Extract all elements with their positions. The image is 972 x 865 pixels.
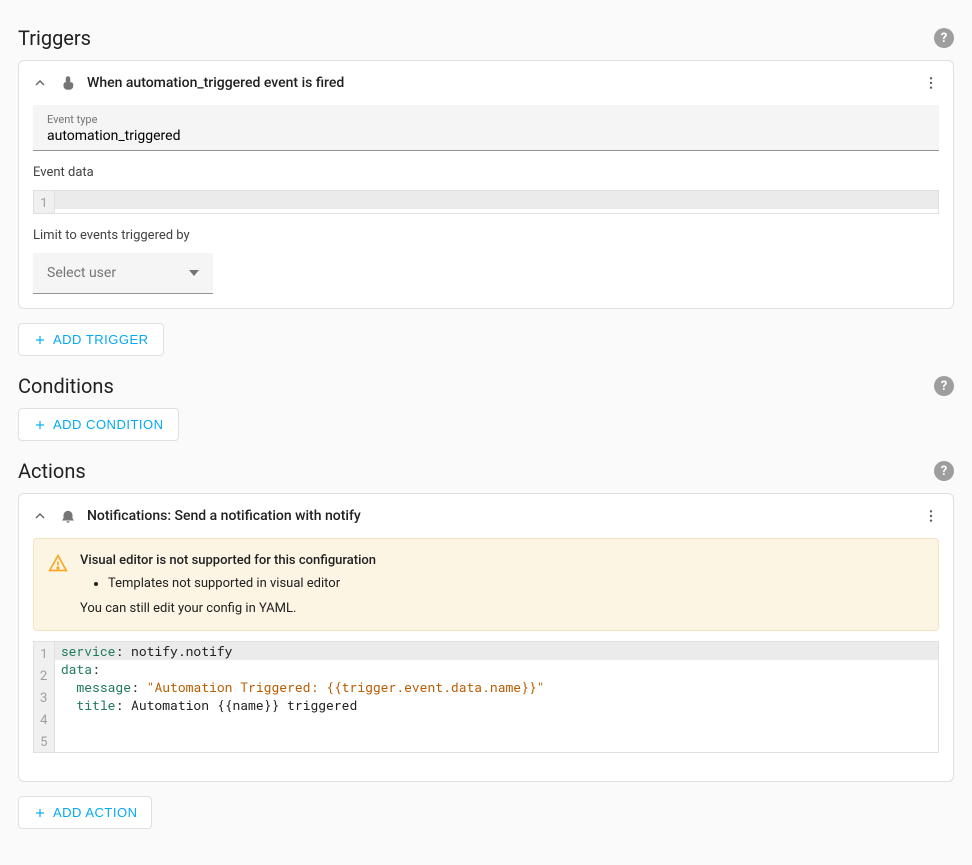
action-summary: Notifications: Send a notification with …: [87, 508, 911, 524]
add-action-button[interactable]: ADD ACTION: [18, 796, 152, 829]
overflow-menu-icon[interactable]: [921, 506, 941, 526]
actions-section-title: Actions: [18, 459, 86, 483]
help-icon[interactable]: ?: [934, 28, 954, 48]
gutter-line: 5: [34, 730, 54, 752]
help-icon[interactable]: ?: [934, 461, 954, 481]
gutter-line: 2: [34, 664, 54, 686]
add-condition-label: ADD CONDITION: [53, 417, 164, 432]
yaml-editor[interactable]: 1 2 3 4 5 service: notify.notify data: m…: [33, 641, 939, 753]
trigger-card: When automation_triggered event is fired…: [18, 60, 954, 309]
triggers-section-title: Triggers: [18, 26, 91, 50]
yaml-token: :: [131, 678, 147, 696]
event-data-editor[interactable]: 1: [33, 190, 939, 214]
conditions-section-title: Conditions: [18, 374, 114, 398]
action-card: Notifications: Send a notification with …: [18, 493, 954, 782]
trigger-summary: When automation_triggered event is fired: [87, 75, 911, 91]
add-trigger-label: ADD TRIGGER: [53, 332, 149, 347]
gutter-line: 1: [34, 642, 54, 664]
warning-icon: [48, 553, 68, 573]
event-data-label: Event data: [33, 165, 939, 180]
overflow-menu-icon[interactable]: [921, 73, 941, 93]
limit-label: Limit to events triggered by: [33, 228, 939, 243]
chevron-up-icon[interactable]: [31, 74, 49, 92]
alert-note: You can still edit your config in YAML.: [80, 601, 924, 616]
gutter-line: 4: [34, 708, 54, 730]
add-trigger-button[interactable]: ADD TRIGGER: [18, 323, 164, 356]
alert-bullet: Templates not supported in visual editor: [108, 576, 924, 591]
event-type-label: Event type: [47, 113, 925, 126]
yaml-token: data: [61, 660, 92, 678]
event-type-input[interactable]: [47, 128, 925, 144]
yaml-token: title: [61, 696, 116, 714]
add-condition-button[interactable]: ADD CONDITION: [18, 408, 179, 441]
hand-tap-icon: [59, 74, 77, 92]
add-action-label: ADD ACTION: [53, 805, 137, 820]
chevron-up-icon[interactable]: [31, 507, 49, 525]
yaml-token: :: [92, 660, 100, 678]
yaml-token: message: [61, 678, 131, 696]
select-user-dropdown[interactable]: Select user: [33, 253, 213, 294]
alert-title: Visual editor is not supported for this …: [80, 553, 924, 568]
yaml-token: service: [61, 642, 116, 660]
select-user-placeholder: Select user: [47, 265, 116, 281]
help-icon[interactable]: ?: [934, 376, 954, 396]
yaml-token: : Automation {{name}} triggered: [115, 696, 357, 714]
event-type-field[interactable]: Event type: [33, 105, 939, 151]
yaml-token: "Automation Triggered: {{trigger.event.d…: [147, 678, 545, 696]
gutter-line: 1: [34, 191, 54, 213]
visual-editor-alert: Visual editor is not supported for this …: [33, 538, 939, 631]
bell-icon: [59, 507, 77, 525]
gutter-line: 3: [34, 686, 54, 708]
yaml-token: : notify.notify: [115, 642, 232, 660]
